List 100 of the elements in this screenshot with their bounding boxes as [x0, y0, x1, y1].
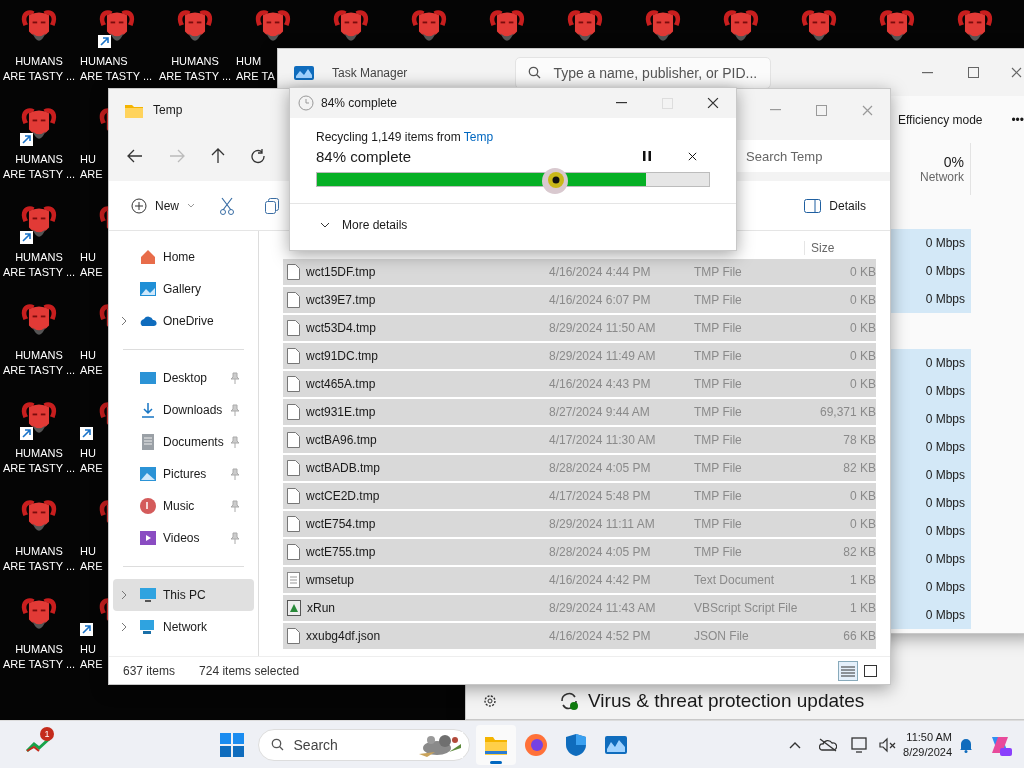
file-row[interactable]: wct465A.tmp 4/16/2024 4:43 PM TMP File 0 KB: [283, 371, 876, 397]
taskbar-app-button[interactable]: [475, 724, 516, 765]
size-cell-text: 82 KB: [842, 461, 876, 475]
file-name: wct931E.tmp: [306, 405, 376, 419]
date-cell-text: 8/29/2024 11:50 AM: [549, 321, 657, 335]
file-icon: [287, 544, 300, 560]
file-row[interactable]: wct39E7.tmp 4/16/2024 6:07 PM TMP File 0 KB: [283, 287, 876, 313]
more-details-button[interactable]: More details: [290, 203, 736, 245]
chevron-down-icon: [320, 221, 330, 228]
file-row[interactable]: xRun 8/29/2024 11:43 AM VBScript Script File 1 KB: [283, 595, 876, 621]
scissors-icon[interactable]: [219, 196, 235, 215]
sidebar-item[interactable]: Music: [113, 490, 254, 522]
settings-icon[interactable]: [482, 693, 498, 709]
home-icon: [139, 248, 157, 266]
sidebar-item[interactable]: Home: [113, 241, 254, 273]
size-cell-text: 66 KB: [842, 629, 876, 643]
widgets-button[interactable]: 1: [18, 724, 58, 765]
clock[interactable]: 11:50 AM 8/29/2024: [903, 729, 952, 760]
speaker-muted-icon[interactable]: [879, 736, 898, 753]
minimize-icon: [921, 71, 933, 74]
desktop-icon-label: HUMANS: [15, 544, 63, 559]
sidebar-item[interactable]: Network: [113, 611, 254, 643]
desktop-icon-label: HUMANS: [15, 54, 63, 69]
close-icon: [687, 151, 697, 161]
file-row[interactable]: wctE754.tmp 8/29/2024 11:11 AM TMP File 0 KB: [283, 511, 876, 537]
date-cell-text: 8/29/2024 11:43 AM: [549, 601, 657, 615]
date-cell-text: 4/16/2024 4:43 PM: [549, 377, 652, 391]
search-field[interactable]: Type a name, publisher, or PID...: [515, 56, 772, 89]
file-name: wctBADB.tmp: [306, 461, 380, 475]
sidebar-item[interactable]: This PC: [113, 579, 254, 611]
desktop-icon-label: ARE TASTY ...: [2, 167, 76, 182]
new-button[interactable]: New: [127, 193, 199, 218]
column-header[interactable]: Size: [804, 240, 876, 255]
desktop-icon-label: ARE: [80, 559, 103, 574]
size-cell-text: 0 KB: [849, 293, 876, 307]
file-name: xxubg4df.json: [306, 629, 381, 643]
size-cell-text: 1 KB: [849, 573, 876, 587]
file-row[interactable]: wmsetup 4/16/2024 4:42 PM Text Document 1 KB: [283, 567, 876, 593]
plus-icon: [131, 197, 147, 214]
file-row[interactable]: wct15DF.tmp 4/16/2024 4:44 PM TMP File 0 KB: [283, 259, 876, 285]
network-cell: 0 Mbps: [891, 517, 971, 545]
minimize-icon: [769, 109, 781, 111]
desktop-icon-label: HU: [80, 348, 96, 363]
desktop-icon-label: HUMANS: [80, 54, 128, 69]
cloud-off-icon[interactable]: [819, 737, 838, 752]
file-row[interactable]: wctCE2D.tmp 4/17/2024 5:48 PM TMP File 0 KB: [283, 483, 876, 509]
file-row[interactable]: wctBA96.tmp 4/17/2024 11:30 AM TMP File 78 KB: [283, 427, 876, 453]
file-name: wctE755.tmp: [306, 545, 376, 559]
desktop-icon: [139, 369, 157, 387]
date-cell-text: 4/16/2024 4:44 PM: [549, 265, 652, 279]
type-cell-text: TMP File: [694, 489, 743, 503]
search-field[interactable]: Search Temp: [734, 140, 890, 172]
desktop-icon-label: HU: [80, 642, 96, 657]
network-cell: 0 Mbps: [891, 433, 971, 461]
copy-icon[interactable]: [265, 197, 279, 214]
date-cell-text: 8/28/2024 4:05 PM: [549, 545, 652, 559]
sidebar-item[interactable]: Desktop: [113, 362, 254, 394]
desktop-icon-label: HU: [80, 250, 96, 265]
bell-icon[interactable]: [958, 736, 974, 753]
chevron-up-icon[interactable]: [789, 740, 802, 749]
desktop-icon-label: ARE TA: [236, 69, 275, 84]
notification-badge: 1: [40, 726, 54, 741]
back-arrow-icon[interactable]: [127, 149, 143, 163]
network-cell: 0 Mbps: [891, 257, 971, 285]
efficiency-mode-button[interactable]: Efficiency mode: [894, 108, 987, 131]
desktop-icon-label: ARE: [80, 265, 103, 280]
more-button[interactable]: •••: [1007, 108, 1024, 131]
file-icon: [287, 376, 300, 392]
folder-link[interactable]: Temp: [463, 130, 494, 144]
date-cell-text: 4/16/2024 4:42 PM: [549, 573, 652, 587]
minimize-icon: [615, 102, 627, 104]
file-row[interactable]: wctBADB.tmp 8/28/2024 4:05 PM TMP File 82 KB: [283, 455, 876, 481]
up-arrow-icon[interactable]: [211, 148, 225, 164]
size-cell-text: 0 KB: [849, 489, 876, 503]
file-icon: [287, 348, 300, 364]
refresh-icon[interactable]: [251, 148, 266, 164]
details-button[interactable]: Details: [800, 194, 870, 217]
file-row[interactable]: wct91DC.tmp 8/29/2024 11:49 AM TMP File 0 KB: [283, 343, 876, 369]
sidebar-item[interactable]: Gallery: [113, 273, 254, 305]
type-cell-text: Text Document: [694, 573, 776, 587]
selection-count: 724 items selected: [199, 663, 300, 678]
file-row[interactable]: wctE755.tmp 8/28/2024 4:05 PM TMP File 82 KB: [283, 539, 876, 565]
desktop-icon-label: HUMANS: [15, 152, 63, 167]
file-icon: [287, 264, 300, 280]
type-cell-text: TMP File: [694, 377, 743, 391]
file-row[interactable]: wct931E.tmp 8/27/2024 9:44 AM TMP File 69,371 KB: [283, 399, 876, 425]
file-row[interactable]: xxubg4df.json 4/16/2024 4:52 PM JSON File 66 KB: [283, 623, 876, 649]
details-pane-icon: [804, 198, 822, 213]
file-icon: [287, 292, 300, 308]
sidebar-item[interactable]: Documents: [113, 426, 254, 458]
type-cell-text: TMP File: [694, 517, 743, 531]
desktop-icon-label: HUMANS: [15, 348, 63, 363]
sidebar-item[interactable]: Downloads: [113, 394, 254, 426]
monitor-icon[interactable]: [851, 736, 870, 753]
sidebar-item[interactable]: OneDrive: [113, 305, 254, 337]
file-row[interactable]: wct53D4.tmp 8/29/2024 11:50 AM TMP File 0 KB: [283, 315, 876, 341]
taskbar-search-field[interactable]: Search: [257, 728, 470, 761]
progress-message: Recycling 1,149 items from Temp: [316, 130, 495, 144]
sidebar-item[interactable]: Videos: [113, 522, 254, 554]
sidebar-item[interactable]: Pictures: [113, 458, 254, 490]
